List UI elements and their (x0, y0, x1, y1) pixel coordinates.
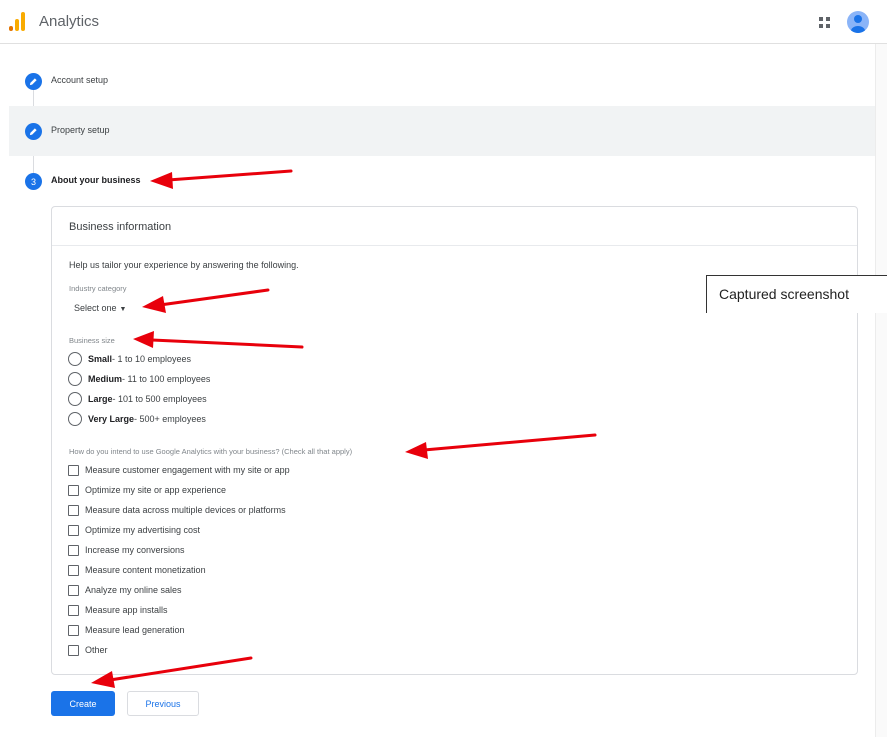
checkbox-label: Analyze my online sales (85, 585, 182, 595)
radio-circle (68, 392, 82, 406)
radio-option-name: Small (88, 354, 113, 364)
checkbox-label: Measure content monetization (85, 565, 206, 575)
radio-option-range: - 101 to 500 employees (112, 394, 207, 404)
checkbox-online-sales[interactable]: Analyze my online sales (68, 584, 182, 596)
checkbox-label: Measure app installs (85, 605, 168, 615)
radio-large[interactable]: Large - 101 to 500 employees (68, 392, 207, 406)
radio-circle (68, 352, 82, 366)
checkbox-box (68, 524, 79, 536)
radio-circle (68, 372, 82, 386)
top-bar: Analytics (0, 0, 887, 44)
radio-medium[interactable]: Medium - 11 to 100 employees (68, 372, 210, 386)
checkbox-label: Measure lead generation (85, 625, 185, 635)
checkbox-advertising-cost[interactable]: Optimize my advertising cost (68, 524, 200, 536)
radio-circle (68, 412, 82, 426)
industry-category-label: Industry category (69, 284, 127, 293)
person-icon (851, 15, 865, 33)
step-number: 3 (25, 173, 42, 190)
checkbox-label: Measure customer engagement with my site… (85, 465, 290, 475)
apps-grid-icon[interactable] (818, 16, 832, 30)
radio-very-large[interactable]: Very Large - 500+ employees (68, 412, 206, 426)
checkbox-label: Other (85, 645, 108, 655)
checkbox-other[interactable]: Other (68, 644, 108, 656)
scrollbar[interactable] (875, 44, 887, 737)
select-value: Select one (74, 303, 117, 313)
checkbox-box (68, 604, 79, 616)
usage-question-label: How do you intend to use Google Analytic… (69, 447, 353, 456)
checkbox-app-installs[interactable]: Measure app installs (68, 604, 168, 616)
checkbox-conversions[interactable]: Increase my conversions (68, 544, 185, 556)
checkbox-lead-generation[interactable]: Measure lead generation (68, 624, 185, 636)
checkbox-box (68, 544, 79, 556)
step-about-your-business[interactable]: 3 About your business (9, 156, 875, 206)
app-title: Analytics (39, 13, 100, 30)
pencil-icon (25, 123, 42, 140)
checkbox-box (68, 624, 79, 636)
radio-option-name: Medium (88, 374, 123, 384)
checkbox-box (68, 644, 79, 656)
radio-option-name: Large (88, 394, 113, 404)
checkbox-label: Optimize my advertising cost (85, 525, 201, 535)
step-label: Property setup (51, 125, 110, 135)
divider (52, 245, 857, 246)
caret-down-icon: ▼ (119, 306, 127, 313)
checkbox-box (68, 504, 79, 516)
card-title: Business information (69, 221, 172, 233)
analytics-logo-icon[interactable] (9, 12, 29, 32)
help-text: Help us tailor your experience by answer… (69, 260, 299, 270)
checkbox-label: Increase my conversions (85, 545, 185, 555)
checkbox-multiple-devices[interactable]: Measure data across multiple devices or … (68, 504, 286, 516)
radio-small[interactable]: Small - 1 to 10 employees (68, 352, 191, 366)
step-label: Account setup (51, 75, 109, 85)
step-account-setup[interactable]: Account setup (9, 56, 875, 106)
step-label: About your business (51, 175, 141, 185)
checkbox-box (68, 464, 79, 476)
radio-option-range: - 500+ employees (134, 414, 206, 424)
radio-option-name: Very Large (88, 414, 135, 424)
radio-option-range: - 1 to 10 employees (112, 354, 192, 364)
industry-category-select[interactable]: Select one ▼ (74, 303, 126, 313)
checkbox-label: Measure data across multiple devices or … (85, 505, 286, 515)
previous-button[interactable]: Previous (127, 691, 199, 716)
checkbox-optimize-experience[interactable]: Optimize my site or app experience (68, 484, 226, 496)
checkbox-box (68, 584, 79, 596)
radio-option-range: - 11 to 100 employees (122, 374, 211, 384)
pencil-icon (25, 73, 42, 90)
business-size-label: Business size (69, 336, 115, 345)
checkbox-customer-engagement[interactable]: Measure customer engagement with my site… (68, 464, 290, 476)
checkbox-label: Optimize my site or app experience (85, 485, 227, 495)
step-property-setup[interactable]: Property setup (9, 106, 875, 156)
account-avatar[interactable] (847, 11, 869, 33)
checkbox-box (68, 484, 79, 496)
checkbox-box (68, 564, 79, 576)
checkbox-content-monetization[interactable]: Measure content monetization (68, 564, 206, 576)
captured-screenshot-label: Captured screenshot (706, 275, 887, 313)
create-button[interactable]: Create (51, 691, 115, 716)
